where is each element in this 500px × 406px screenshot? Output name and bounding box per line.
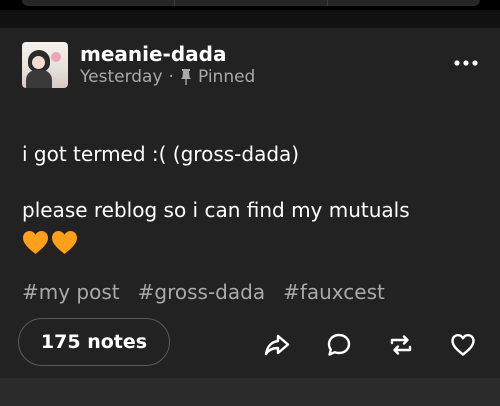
tag-list: #my post #gross-dada #fauxcest: [22, 280, 385, 304]
dashboard-view: meanie-dada Yesterday · Pinned i got ter…: [0, 0, 500, 406]
post-header: meanie-dada Yesterday · Pinned: [22, 42, 255, 88]
next-post-edge: [0, 378, 500, 406]
reblog-icon[interactable]: [388, 332, 414, 358]
tag[interactable]: #fauxcest: [283, 280, 385, 304]
share-icon[interactable]: [264, 332, 290, 358]
pinned-label: Pinned: [197, 67, 256, 87]
orange-heart-icon: [23, 231, 48, 254]
previous-post-edge: [0, 0, 500, 10]
orange-heart-icon: [52, 231, 77, 254]
post-meta: meanie-dada Yesterday · Pinned: [80, 42, 255, 88]
emoji-row: [22, 230, 78, 255]
post-subline: Yesterday · Pinned: [80, 66, 255, 88]
tag[interactable]: #gross-dada: [138, 280, 265, 304]
previous-post-toolbar: [22, 0, 480, 6]
post-card: meanie-dada Yesterday · Pinned i got ter…: [0, 28, 500, 384]
pin-icon: [180, 69, 191, 85]
tag[interactable]: #my post: [22, 280, 120, 304]
separator-dot: ·: [168, 67, 174, 87]
more-horizontal-icon[interactable]: [454, 58, 478, 68]
post-text-line-1: i got termed :( (gross-dada): [22, 142, 300, 166]
blog-name[interactable]: meanie-dada: [80, 42, 255, 66]
post-text-line-2: please reblog so i can find my mutuals: [22, 198, 410, 222]
reply-icon[interactable]: [326, 332, 352, 358]
avatar[interactable]: [22, 42, 68, 88]
post-actions: [264, 332, 476, 358]
post-time: Yesterday: [80, 67, 163, 87]
notes-button[interactable]: 175 notes: [18, 318, 170, 366]
heart-outline-icon[interactable]: [450, 332, 476, 358]
